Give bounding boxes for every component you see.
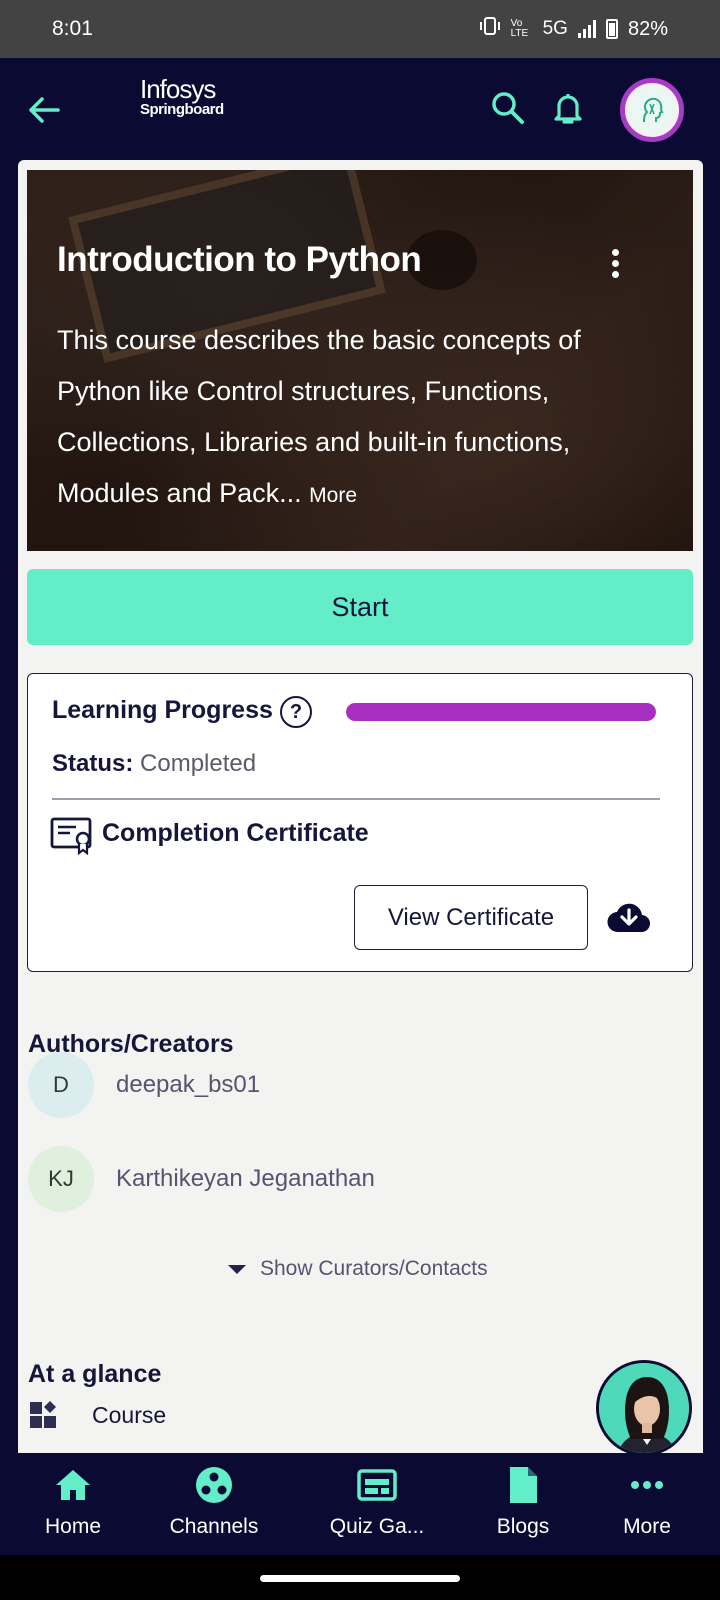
author-name: deepak_bs01: [116, 1071, 261, 1098]
bottom-navigation: Home Channels Quiz Ga... Blogs More: [0, 1453, 720, 1555]
status-key: Status:: [52, 750, 134, 777]
network-label: 5G: [542, 18, 568, 39]
author-name: Karthikeyan Jeganathan: [116, 1165, 375, 1192]
nav-quiz-games[interactable]: Quiz Ga...: [317, 1465, 437, 1539]
search-icon[interactable]: [488, 88, 528, 128]
course-title: Introduction to Python: [57, 240, 422, 279]
battery-level: 82%: [627, 17, 668, 40]
vibrate-icon: [479, 17, 501, 41]
certificate-icon: [50, 816, 96, 856]
more-link[interactable]: More: [309, 484, 357, 507]
status-value: Completed: [140, 750, 257, 777]
chevron-down-icon: [228, 1264, 246, 1274]
author-item[interactable]: KJ Karthikeyan Jeganathan: [28, 1146, 375, 1212]
nav-channels[interactable]: Channels: [154, 1465, 274, 1539]
status-row: Status: Completed: [52, 750, 256, 778]
volte-icon: Vo LTE: [510, 18, 529, 39]
divider: [52, 798, 660, 800]
glance-course-label: Course: [92, 1401, 167, 1428]
gesture-bar: [0, 1555, 720, 1600]
glance-item-course: Course: [28, 1400, 166, 1430]
course-hero: Introduction to Python This course descr…: [27, 170, 693, 551]
help-icon[interactable]: ?: [280, 696, 312, 728]
app-header: Infosys Springboard: [0, 58, 720, 160]
course-description: This course describes the basic concepts…: [57, 325, 581, 508]
home-gesture-handle[interactable]: [260, 1575, 460, 1582]
nav-more[interactable]: More: [587, 1465, 707, 1539]
widgets-icon: [28, 1400, 62, 1430]
learning-progress-card: Learning Progress ? Status: Completed Co…: [27, 673, 693, 972]
status-bar: 8:01 Vo LTE 5G 82%: [0, 0, 720, 58]
infosys-logo: Infosys Springboard: [140, 74, 224, 118]
signal-icon: [577, 20, 596, 38]
blogs-icon: [503, 1465, 543, 1505]
author-item[interactable]: D deepak_bs01: [28, 1052, 260, 1118]
status-time: 8:01: [52, 17, 93, 40]
view-certificate-button[interactable]: View Certificate: [354, 885, 588, 950]
at-a-glance-title: At a glance: [28, 1360, 162, 1388]
author-avatar: KJ: [28, 1146, 94, 1212]
home-icon: [53, 1465, 93, 1505]
progress-bar: [346, 703, 656, 721]
quiz-icon: [357, 1465, 397, 1505]
show-curators-label: Show Curators/Contacts: [260, 1257, 488, 1280]
battery-icon: [605, 19, 618, 39]
channels-icon: [194, 1465, 234, 1505]
learning-progress-label: Learning Progress: [52, 696, 273, 724]
cloud-download-icon[interactable]: [606, 900, 652, 934]
nav-home[interactable]: Home: [13, 1465, 133, 1539]
start-button[interactable]: Start: [27, 569, 693, 645]
profile-avatar[interactable]: [620, 78, 684, 142]
assistant-avatar-button[interactable]: [596, 1360, 692, 1456]
bell-icon[interactable]: [548, 88, 588, 128]
status-icons: Vo LTE 5G 82%: [479, 17, 668, 41]
show-curators-toggle[interactable]: Show Curators/Contacts: [228, 1257, 488, 1281]
back-arrow-icon[interactable]: [24, 90, 64, 130]
more-options-icon[interactable]: [605, 246, 625, 286]
nav-blogs[interactable]: Blogs: [463, 1465, 583, 1539]
completion-certificate-label: Completion Certificate: [102, 819, 369, 847]
author-avatar: D: [28, 1052, 94, 1118]
progress-bar-fill: [346, 703, 656, 721]
course-content: Introduction to Python This course descr…: [18, 160, 703, 1453]
more-icon: [627, 1465, 667, 1505]
